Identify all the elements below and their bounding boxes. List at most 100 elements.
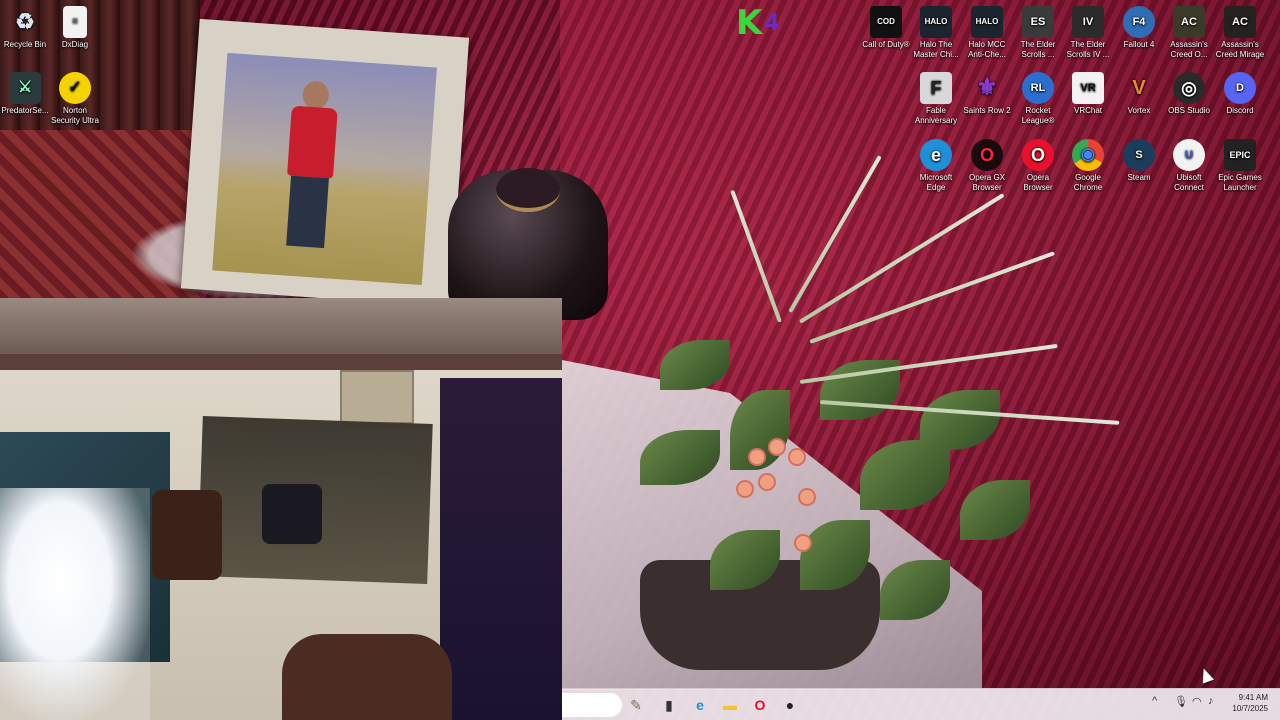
desktop-icon-recycle-bin[interactable]: ♻ Recycle Bin bbox=[0, 2, 50, 50]
saints-row-icon: ⚜ bbox=[976, 74, 998, 101]
recycle-bin-icon: ♻ bbox=[15, 9, 35, 34]
call-of-duty-icon: COD bbox=[870, 6, 902, 38]
opera-icon: O bbox=[1022, 139, 1054, 171]
desktop-icon-label: Opera GX Browser bbox=[968, 173, 1005, 192]
desktop-icon-fable[interactable]: F Fable Anniversary bbox=[911, 68, 961, 126]
desktop-icon-oblivion[interactable]: IV The Elder Scrolls IV ... bbox=[1063, 2, 1113, 60]
desktop-icon-norton[interactable]: ✓ Norton Security Ultra bbox=[50, 68, 100, 126]
taskbar-search-box[interactable] bbox=[562, 693, 622, 717]
chrome-icon: ◉ bbox=[1072, 139, 1104, 171]
kick-number: 4 bbox=[764, 10, 780, 36]
desktop-icon-dxdiag[interactable]: ≡ DxDiag bbox=[50, 2, 100, 50]
desktop-icon-steam[interactable]: S Steam bbox=[1114, 135, 1164, 183]
desktop-icon-vortex[interactable]: V Vortex bbox=[1114, 68, 1164, 116]
desktop-icon-label: VRChat bbox=[1073, 106, 1102, 115]
desktop-icon-label: Discord bbox=[1226, 106, 1254, 115]
vrchat-icon: VR bbox=[1072, 72, 1104, 104]
wifi-icon[interactable]: ◠ bbox=[1192, 695, 1202, 708]
halo-anticheat-icon: HALO bbox=[971, 6, 1003, 38]
obs-taskbar-icon[interactable]: ● bbox=[778, 693, 802, 717]
desktop-icon-label: Fable Anniversary bbox=[914, 106, 958, 125]
desktop-icon-epic-games[interactable]: EPIC Epic Games Launcher bbox=[1215, 135, 1265, 193]
obs-icon: ◎ bbox=[1173, 72, 1205, 104]
desktop-icon-opera-gx[interactable]: O Opera GX Browser bbox=[962, 135, 1012, 193]
ubisoft-icon: U bbox=[1173, 139, 1205, 171]
desktop-icon-label: Rocket League® bbox=[1021, 106, 1055, 125]
desktop-icon-ac-mirage[interactable]: AC Assassin's Creed Mirage bbox=[1215, 2, 1265, 60]
assassins-creed-mirage-icon: AC bbox=[1224, 6, 1256, 38]
desktop[interactable]: ♻ Recycle Bin ≡ DxDiag ⚔ PredatorSe... ✓… bbox=[0, 0, 1280, 720]
clock-time: 9:41 AM bbox=[1238, 693, 1268, 702]
predator-sense-icon: ⚔ bbox=[9, 72, 41, 104]
desktop-icon-ac-odyssey[interactable]: AC Assassin's Creed O... bbox=[1164, 2, 1214, 60]
desktop-icon-predatorsense[interactable]: ⚔ PredatorSe... bbox=[0, 68, 50, 116]
desktop-icon-halo-mcc[interactable]: HALO Halo The Master Chi... bbox=[911, 2, 961, 60]
desktop-icon-call-of-duty[interactable]: COD Call of Duty® bbox=[861, 2, 911, 50]
desktop-icon-label: Steam bbox=[1127, 173, 1151, 182]
edge-icon: e bbox=[920, 139, 952, 171]
taskbar: ✎ ▮ e ▬ O ● ^ 🎙 ◠ ♪ 9:41 AM 10/7/2025 bbox=[562, 688, 1280, 720]
desktop-icon-label: OBS Studio bbox=[1168, 106, 1210, 115]
rocket-league-icon: RL bbox=[1022, 72, 1054, 104]
desktop-icon-label: The Elder Scrolls ... bbox=[1020, 40, 1056, 59]
desktop-icon-label: Halo MCC Anti-Che... bbox=[968, 40, 1006, 59]
clock-date: 10/7/2025 bbox=[1232, 704, 1268, 713]
assassins-creed-odyssey-icon: AC bbox=[1173, 6, 1205, 38]
vortex-icon: V bbox=[1132, 77, 1146, 99]
desktop-icon-label: Assassin's Creed O... bbox=[1170, 40, 1208, 59]
desktop-icon-label: Saints Row 2 bbox=[963, 106, 1011, 115]
desktop-icon-ubisoft[interactable]: U Ubisoft Connect bbox=[1164, 135, 1214, 193]
desktop-icon-chrome[interactable]: ◉ Google Chrome bbox=[1063, 135, 1113, 193]
desktop-icon-label: Vortex bbox=[1127, 106, 1151, 115]
steam-icon: S bbox=[1123, 139, 1155, 171]
wallpaper-photo-frame bbox=[180, 18, 470, 308]
oblivion-icon: IV bbox=[1072, 6, 1104, 38]
desktop-icon-label: Norton Security Ultra bbox=[50, 106, 99, 125]
desktop-icon-label: Recycle Bin bbox=[3, 40, 47, 49]
desktop-icon-saints-row[interactable]: ⚜ Saints Row 2 bbox=[962, 68, 1012, 116]
microphone-icon[interactable]: 🎙 bbox=[1174, 695, 1188, 708]
desktop-icon-opera[interactable]: O Opera Browser bbox=[1013, 135, 1063, 193]
desktop-icon-label: The Elder Scrolls IV ... bbox=[1066, 40, 1110, 59]
opera-taskbar-icon[interactable]: O bbox=[748, 693, 772, 717]
desktop-icon-vrchat[interactable]: VR VRChat bbox=[1063, 68, 1113, 116]
elder-scrolls-icon: ES bbox=[1022, 6, 1054, 38]
halo-mcc-icon: HALO bbox=[920, 6, 952, 38]
volume-icon[interactable]: ♪ bbox=[1208, 695, 1214, 707]
desktop-icon-label: PredatorSe... bbox=[1, 106, 49, 115]
desktop-icon-label: Epic Games Launcher bbox=[1218, 173, 1262, 192]
task-view-icon[interactable]: ▮ bbox=[657, 693, 681, 717]
desktop-icon-halo-anticheat[interactable]: HALO Halo MCC Anti-Che... bbox=[962, 2, 1012, 60]
epic-games-icon: EPIC bbox=[1224, 139, 1256, 171]
desktop-icon-obs[interactable]: ◎ OBS Studio bbox=[1164, 68, 1214, 116]
desktop-icon-label: Microsoft Edge bbox=[919, 173, 953, 192]
desktop-icon-elder-scrolls[interactable]: ES The Elder Scrolls ... bbox=[1013, 2, 1063, 60]
desktop-icon-label: Halo The Master Chi... bbox=[913, 40, 959, 59]
desktop-icon-label: Ubisoft Connect bbox=[1174, 173, 1204, 192]
desktop-icon-fallout-4[interactable]: F4 Fallout 4 bbox=[1114, 2, 1164, 50]
desktop-icon-rocket-league[interactable]: RL Rocket League® bbox=[1013, 68, 1063, 126]
desktop-icon-label: Google Chrome bbox=[1073, 173, 1103, 192]
wallpaper-plant bbox=[620, 155, 1120, 670]
desktop-icon-label: Assassin's Creed Mirage bbox=[1215, 40, 1265, 59]
paint-icon[interactable]: ✎ bbox=[624, 693, 648, 717]
fallout-4-icon: F4 bbox=[1123, 6, 1155, 38]
opera-gx-icon: O bbox=[971, 139, 1003, 171]
tray-chevron-icon[interactable]: ^ bbox=[1152, 695, 1157, 707]
kick-letter: K bbox=[736, 3, 763, 43]
desktop-icon-label: DxDiag bbox=[61, 40, 89, 49]
edge-taskbar-icon[interactable]: e bbox=[688, 693, 712, 717]
desktop-icon-label: Call of Duty® bbox=[862, 40, 910, 49]
desktop-icon-edge[interactable]: e Microsoft Edge bbox=[911, 135, 961, 193]
desktop-icon-label: Fallout 4 bbox=[1123, 40, 1155, 49]
fable-icon: F bbox=[920, 72, 952, 104]
desktop-icon-label: Opera Browser bbox=[1023, 173, 1053, 192]
kick-widget-icon[interactable]: K 4 bbox=[736, 6, 792, 40]
webcam-preview bbox=[0, 298, 562, 720]
norton-icon: ✓ bbox=[59, 72, 91, 104]
desktop-icon-discord[interactable]: D Discord bbox=[1215, 68, 1265, 116]
file-explorer-icon[interactable]: ▬ bbox=[718, 693, 742, 717]
discord-icon: D bbox=[1224, 72, 1256, 104]
taskbar-clock[interactable]: 9:41 AM 10/7/2025 bbox=[1232, 692, 1268, 714]
document-icon: ≡ bbox=[63, 6, 87, 38]
